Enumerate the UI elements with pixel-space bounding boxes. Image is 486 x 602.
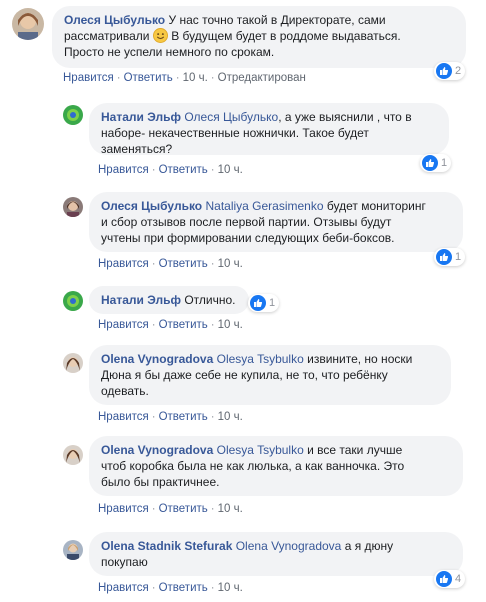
comment-author[interactable]: Натали Эльф bbox=[101, 110, 181, 124]
avatar[interactable] bbox=[63, 540, 83, 560]
comment-text: В будущем будет в роддоме выдаваться. bbox=[171, 29, 401, 43]
like-link[interactable]: Нравится bbox=[98, 258, 149, 270]
comment-bubble: Olena Stadnik Stefurak Olena Vynogradova… bbox=[89, 532, 463, 576]
comment-author[interactable]: Olena Vynogradova bbox=[101, 352, 213, 366]
edited-label: Отредактирован bbox=[217, 72, 306, 84]
comment-text: наборе- некачественные ножнички. Такое б… bbox=[101, 126, 369, 140]
comment-text: и сбор отзывов после первой партии. Отзы… bbox=[101, 215, 392, 229]
comment-text: рассматривали bbox=[64, 29, 150, 43]
comment-author[interactable]: Олеся Цыбулько bbox=[64, 13, 165, 27]
thumbs-up-icon bbox=[436, 249, 452, 265]
smile-emoji bbox=[152, 28, 168, 43]
comment-actions: Нравится · Ответить · 10 ч. bbox=[98, 258, 243, 270]
timestamp[interactable]: 10 ч. bbox=[218, 503, 243, 515]
reply-link[interactable]: Ответить bbox=[159, 164, 208, 176]
thumbs-up-icon bbox=[422, 155, 438, 171]
like-link[interactable]: Нравится bbox=[63, 72, 114, 84]
reply-link[interactable]: Ответить bbox=[159, 319, 208, 331]
comment-bubble: Натали Эльф Отлично. bbox=[89, 286, 249, 314]
comment-text: одевать. bbox=[101, 384, 149, 398]
timestamp[interactable]: 10 ч. bbox=[218, 411, 243, 423]
timestamp[interactable]: 10 ч. bbox=[218, 582, 243, 594]
like-link[interactable]: Нравится bbox=[98, 319, 149, 331]
comment-actions: Нравится · Ответить · 10 ч. bbox=[98, 411, 243, 423]
comment-text: и все таки лучше bbox=[307, 443, 403, 457]
timestamp[interactable]: 10 ч. bbox=[218, 164, 243, 176]
like-link[interactable]: Нравится bbox=[98, 582, 149, 594]
comment-bubble: Olena Vynogradova Olesya Tsybulko и все … bbox=[89, 436, 463, 496]
reply-link[interactable]: Ответить bbox=[159, 411, 208, 423]
comment-author[interactable]: Olena Stadnik Stefurak bbox=[101, 539, 232, 553]
reaction-count[interactable]: 2 bbox=[434, 62, 466, 80]
reaction-count[interactable]: 1 bbox=[248, 294, 280, 312]
comment-bubble: Olena Vynogradova Olesya Tsybulko извини… bbox=[89, 345, 451, 405]
avatar[interactable] bbox=[63, 445, 83, 465]
reply-link[interactable]: Ответить bbox=[159, 258, 208, 270]
reaction-count[interactable]: 1 bbox=[420, 154, 452, 172]
timestamp[interactable]: 10 ч. bbox=[218, 319, 243, 331]
reply-link[interactable]: Ответить bbox=[159, 582, 208, 594]
comment-bubble: Натали Эльф Олеся Цыбулько, а уже выясни… bbox=[89, 103, 449, 156]
reaction-number: 1 bbox=[441, 157, 448, 169]
comment-text: У нас точно такой в Директорате, сами bbox=[168, 13, 386, 27]
thumbs-up-icon bbox=[436, 571, 452, 587]
comment-text: а я дюну bbox=[344, 539, 394, 553]
like-link[interactable]: Нравится bbox=[98, 164, 149, 176]
comment-text: чтоб коробка была не как люлька, а как в… bbox=[101, 459, 405, 473]
timestamp[interactable]: 10 ч. bbox=[218, 258, 243, 270]
like-link[interactable]: Нравится bbox=[98, 503, 149, 515]
comment-text: , а уже выяснили , что в bbox=[278, 110, 412, 124]
reaction-count[interactable]: 1 bbox=[434, 248, 466, 266]
reaction-count[interactable]: 4 bbox=[434, 570, 466, 588]
comment-actions: Нравится · Ответить · 10 ч. · Отредактирован bbox=[63, 72, 306, 84]
comment-actions: Нравится · Ответить · 10 ч. bbox=[98, 582, 243, 594]
avatar[interactable] bbox=[63, 353, 83, 373]
comment-bubble: Олеся Цыбулько У нас точно такой в Дирек… bbox=[52, 6, 466, 68]
comment-author[interactable]: Olena Vynogradova bbox=[101, 443, 213, 457]
comment-text: покупаю bbox=[101, 555, 148, 569]
like-link[interactable]: Нравится bbox=[98, 411, 149, 423]
comment-text: заменяться? bbox=[101, 142, 173, 156]
reaction-number: 2 bbox=[455, 65, 462, 77]
comment-text: учтены при формировании следующих беби-б… bbox=[101, 231, 395, 245]
avatar[interactable] bbox=[12, 8, 44, 40]
reply-link[interactable]: Ответить bbox=[124, 72, 173, 84]
comment-text: извините, но носки bbox=[307, 352, 413, 366]
avatar[interactable] bbox=[63, 291, 83, 311]
comment-text: будет мониторинг bbox=[326, 199, 426, 213]
thumbs-up-icon bbox=[250, 295, 266, 311]
comment-text: Дюна я бы даже себе не купила, не то, чт… bbox=[101, 368, 388, 382]
reaction-number: 1 bbox=[455, 251, 462, 263]
comment-author[interactable]: Олеся Цыбулько bbox=[101, 199, 202, 213]
reaction-number: 1 bbox=[269, 297, 276, 309]
reply-link[interactable]: Ответить bbox=[159, 503, 208, 515]
mention-link[interactable]: Olesya Tsybulko bbox=[217, 443, 304, 457]
comment-actions: Нравится · Ответить · 10 ч. bbox=[98, 503, 243, 515]
avatar[interactable] bbox=[63, 197, 83, 217]
comment-actions: Нравится · Ответить · 10 ч. bbox=[98, 319, 243, 331]
mention-link[interactable]: Olesya Tsybulko bbox=[217, 352, 304, 366]
comment-text: Отлично. bbox=[184, 293, 236, 307]
mention-link[interactable]: Olena Vynogradova bbox=[236, 539, 342, 553]
timestamp[interactable]: 10 ч. bbox=[183, 72, 208, 84]
thumbs-up-icon bbox=[436, 63, 452, 79]
comment-bubble: Олеся Цыбулько Nataliya Gerasimenko буде… bbox=[89, 192, 463, 252]
comment-actions: Нравится · Ответить · 10 ч. bbox=[98, 164, 243, 176]
mention-link[interactable]: Олеся Цыбулько bbox=[184, 110, 278, 124]
comment-author[interactable]: Натали Эльф bbox=[101, 293, 181, 307]
reaction-number: 4 bbox=[455, 573, 462, 585]
avatar[interactable] bbox=[63, 105, 83, 125]
mention-link[interactable]: Nataliya Gerasimenko bbox=[205, 199, 323, 213]
comment-text: Просто не успели немного по срокам. bbox=[64, 45, 275, 59]
comment-text: было бы практичнее. bbox=[101, 475, 220, 489]
